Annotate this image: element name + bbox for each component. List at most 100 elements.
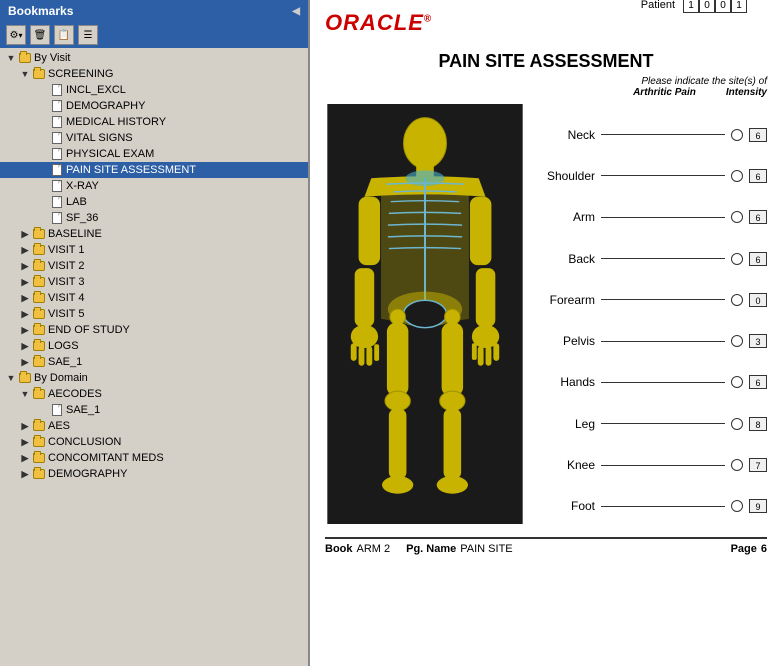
visit4-label: VISIT 4: [48, 292, 84, 304]
expand-icon-screening[interactable]: ▼: [18, 67, 32, 81]
pain-labels: Neck 6 Shoulder 6 Arm 6 Back 6 Forearm 0…: [535, 104, 767, 527]
tree-node-visit2[interactable]: ▶ VISIT 2: [0, 258, 308, 274]
tree-node-sf36[interactable]: ▷ SF_36: [0, 210, 308, 226]
tree-node-medical-history[interactable]: ▷ MEDICAL HISTORY: [0, 114, 308, 130]
expand-icon-demography2[interactable]: ▶: [18, 467, 32, 481]
expand-icon-visit2[interactable]: ▶: [18, 259, 32, 273]
tree-node-visit5[interactable]: ▶ VISIT 5: [0, 306, 308, 322]
pain-value-knee: 7: [749, 458, 767, 472]
pain-assessment-area: Neck 6 Shoulder 6 Arm 6 Back 6 Forearm 0…: [325, 104, 767, 527]
expand-icon-by-domain[interactable]: ▼: [4, 371, 18, 385]
line-knee: [601, 465, 725, 466]
folder-icon-demography2: [32, 467, 46, 481]
tree-node-pain-site[interactable]: ▷ PAIN SITE ASSESSMENT: [0, 162, 308, 178]
expand-icon-baseline[interactable]: ▶: [18, 227, 32, 241]
tree-node-end-of-study[interactable]: ▶ END OF STUDY: [0, 322, 308, 338]
close-button[interactable]: ◀: [292, 6, 300, 17]
pain-circle-arm[interactable]: [731, 211, 743, 223]
expand-icon-aecodes[interactable]: ▼: [18, 387, 32, 401]
folder-icon-conclusion: [32, 435, 46, 449]
folder-icon-logs: [32, 339, 46, 353]
logs-label: LOGS: [48, 340, 79, 352]
vital-signs-label: VITAL SIGNS: [66, 132, 133, 144]
pain-circle-shoulder[interactable]: [731, 170, 743, 182]
pain-circle-foot[interactable]: [731, 500, 743, 512]
expand-icon-sae1[interactable]: ▶: [18, 355, 32, 369]
tree-node-lab[interactable]: ▷ LAB: [0, 194, 308, 210]
demography1-label: DEMOGRAPHY: [66, 100, 145, 112]
pain-label-arm: Arm: [535, 210, 595, 224]
expand-icon-visit1[interactable]: ▶: [18, 243, 32, 257]
tree-node-visit3[interactable]: ▶ VISIT 3: [0, 274, 308, 290]
tree-node-baseline[interactable]: ▶ BASELINE: [0, 226, 308, 242]
folder-icon-visit1: [32, 243, 46, 257]
tree-node-by-visit[interactable]: ▼ By Visit: [0, 50, 308, 66]
folder-icon-aecodes: [32, 387, 46, 401]
expand-icon-visit3[interactable]: ▶: [18, 275, 32, 289]
expand-icon-by-visit[interactable]: ▼: [4, 51, 18, 65]
trash-button[interactable]: 🗑: [30, 25, 50, 45]
pain-label-forearm: Forearm: [535, 293, 595, 307]
expand-icon-aes[interactable]: ▶: [18, 419, 32, 433]
doc-icon-incl-excl: [50, 83, 64, 97]
copy-button[interactable]: 📋: [54, 25, 74, 45]
tree-node-demography2[interactable]: ▶ DEMOGRAPHY: [0, 466, 308, 482]
tree-node-sae1-domain[interactable]: ▷ SAE_1: [0, 402, 308, 418]
doc-icon-physical-exam: [50, 147, 64, 161]
book-label: Book: [325, 543, 353, 555]
pain-row-neck: Neck 6: [535, 128, 767, 142]
line-back: [601, 258, 725, 259]
incl-excl-label: INCL_EXCL: [66, 84, 126, 96]
tree-node-xray[interactable]: ▷ X-RAY: [0, 178, 308, 194]
doc-icon-demography1: [50, 99, 64, 113]
left-panel: Bookmarks ◀ ⚙▾ 🗑 📋 ☰ ▼ By Visit ▼ SCREEN…: [0, 0, 310, 666]
tree-node-demography1[interactable]: ▷ DEMOGRAPHY: [0, 98, 308, 114]
folder-icon-by-visit: [18, 51, 32, 65]
xray-label: X-RAY: [66, 180, 99, 192]
menu-button[interactable]: ☰: [78, 25, 98, 45]
pain-circle-hands[interactable]: [731, 376, 743, 388]
gear-button[interactable]: ⚙▾: [6, 25, 26, 45]
tree-node-by-domain[interactable]: ▼ By Domain: [0, 370, 308, 386]
folder-icon-screening: [32, 67, 46, 81]
expand-icon-eos[interactable]: ▶: [18, 323, 32, 337]
doc-icon-sf36: [50, 211, 64, 225]
pain-circle-leg[interactable]: [731, 418, 743, 430]
pain-circle-back[interactable]: [731, 253, 743, 265]
tree-node-vital-signs[interactable]: ▷ VITAL SIGNS: [0, 130, 308, 146]
medical-history-label: MEDICAL HISTORY: [66, 116, 166, 128]
pain-circle-forearm[interactable]: [731, 294, 743, 306]
expand-icon-logs[interactable]: ▶: [18, 339, 32, 353]
page-label: Page: [731, 543, 757, 555]
subtitle2: Arthritic Pain: [633, 87, 696, 98]
expand-icon-concomitant[interactable]: ▶: [18, 451, 32, 465]
tree-node-aes[interactable]: ▶ AES: [0, 418, 308, 434]
pain-row-leg: Leg 8: [535, 417, 767, 431]
pain-label-back: Back: [535, 252, 595, 266]
tree-node-sae1-visit[interactable]: ▶ SAE_1: [0, 354, 308, 370]
pg-name-label: Pg. Name: [406, 543, 456, 555]
line-foot: [601, 506, 725, 507]
tree-node-conclusion[interactable]: ▶ CONCLUSION: [0, 434, 308, 450]
expand-icon-conclusion[interactable]: ▶: [18, 435, 32, 449]
pain-row-foot: Foot 9: [535, 499, 767, 513]
tree-node-screening[interactable]: ▼ SCREENING: [0, 66, 308, 82]
tree-node-logs[interactable]: ▶ LOGS: [0, 338, 308, 354]
pain-circle-knee[interactable]: [731, 459, 743, 471]
oracle-logo: ORACLE®: [325, 10, 432, 36]
pain-row-forearm: Forearm 0: [535, 293, 767, 307]
tree-node-concomitant-meds[interactable]: ▶ CONCOMITANT MEDS: [0, 450, 308, 466]
tree-node-physical-exam[interactable]: ▷ PHYSICAL EXAM: [0, 146, 308, 162]
tree-node-incl-excl[interactable]: ▷ INCL_EXCL: [0, 82, 308, 98]
pain-circle-neck[interactable]: [731, 129, 743, 141]
expand-icon-visit4[interactable]: ▶: [18, 291, 32, 305]
tree-node-visit4[interactable]: ▶ VISIT 4: [0, 290, 308, 306]
pain-circle-pelvis[interactable]: [731, 335, 743, 347]
expand-icon-visit5[interactable]: ▶: [18, 307, 32, 321]
dropdown-icon: ▾: [18, 31, 22, 40]
tree-node-aecodes[interactable]: ▼ AECODES: [0, 386, 308, 402]
patient-char-1: 0: [699, 0, 715, 13]
subtitle1: Please indicate the site(s) of: [325, 76, 767, 87]
folder-icon-sae1: [32, 355, 46, 369]
tree-node-visit1[interactable]: ▶ VISIT 1: [0, 242, 308, 258]
